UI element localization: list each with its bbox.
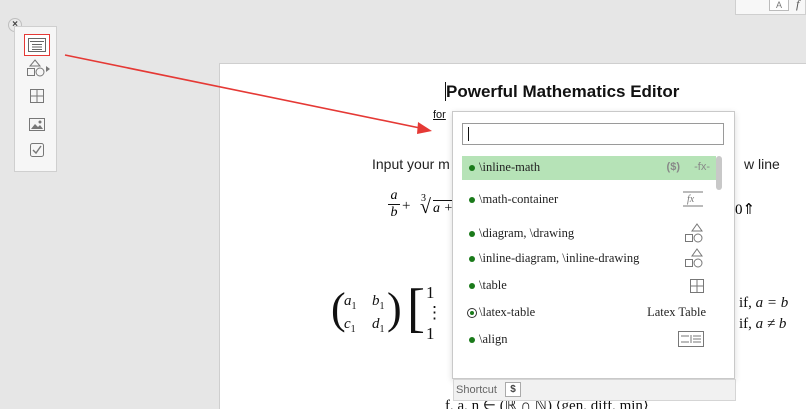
diagram-icon: [684, 223, 704, 249]
shortcut-label: Shortcut: [456, 384, 497, 396]
command-label: \math-container: [479, 192, 559, 206]
command-item-math-container[interactable]: \math-container fx: [462, 188, 716, 212]
command-item-diagram[interactable]: \diagram, \drawing: [462, 222, 716, 246]
bullet-icon: [469, 197, 475, 203]
command-label: \inline-math: [479, 160, 541, 174]
command-popup: \inline-math ($) -fx- \math-container fx…: [452, 111, 736, 401]
svg-text:fx: fx: [687, 194, 695, 205]
popup-footer: Shortcut $: [453, 379, 736, 401]
math-container-icon: fx: [682, 189, 704, 213]
shortcut-key: $: [505, 382, 521, 397]
radio-icon: [467, 308, 477, 318]
command-item-table[interactable]: \table: [462, 274, 716, 298]
bullet-icon: [469, 231, 475, 237]
table-icon: [690, 279, 704, 297]
inline-diagram-icon: [684, 248, 704, 274]
command-label: \inline-diagram, \inline-drawing: [479, 251, 640, 265]
bullet-icon: [469, 283, 475, 289]
popup-scrollbar[interactable]: [716, 156, 722, 190]
bullet-icon: [469, 337, 475, 343]
command-item-align[interactable]: \align: [462, 328, 716, 352]
command-item-inline-math[interactable]: \inline-math ($) -fx-: [462, 156, 716, 180]
command-label: \align: [479, 332, 508, 346]
inline-math-icon: -fx-: [694, 161, 710, 173]
command-search-input[interactable]: [463, 124, 723, 144]
command-label: \diagram, \drawing: [479, 226, 575, 240]
command-item-inline-diagram[interactable]: \inline-diagram, \inline-drawing: [462, 247, 716, 271]
command-hint: Latex Table: [647, 305, 706, 319]
bullet-icon: [469, 256, 475, 262]
align-icon: [678, 331, 704, 351]
command-shortcut: ($): [666, 161, 680, 173]
command-label: \table: [479, 278, 507, 292]
command-search-field[interactable]: [462, 123, 724, 145]
command-label: \latex-table: [479, 305, 536, 319]
command-item-latex-table[interactable]: \latex-table Latex Table: [462, 301, 716, 325]
bullet-icon: [469, 165, 475, 171]
